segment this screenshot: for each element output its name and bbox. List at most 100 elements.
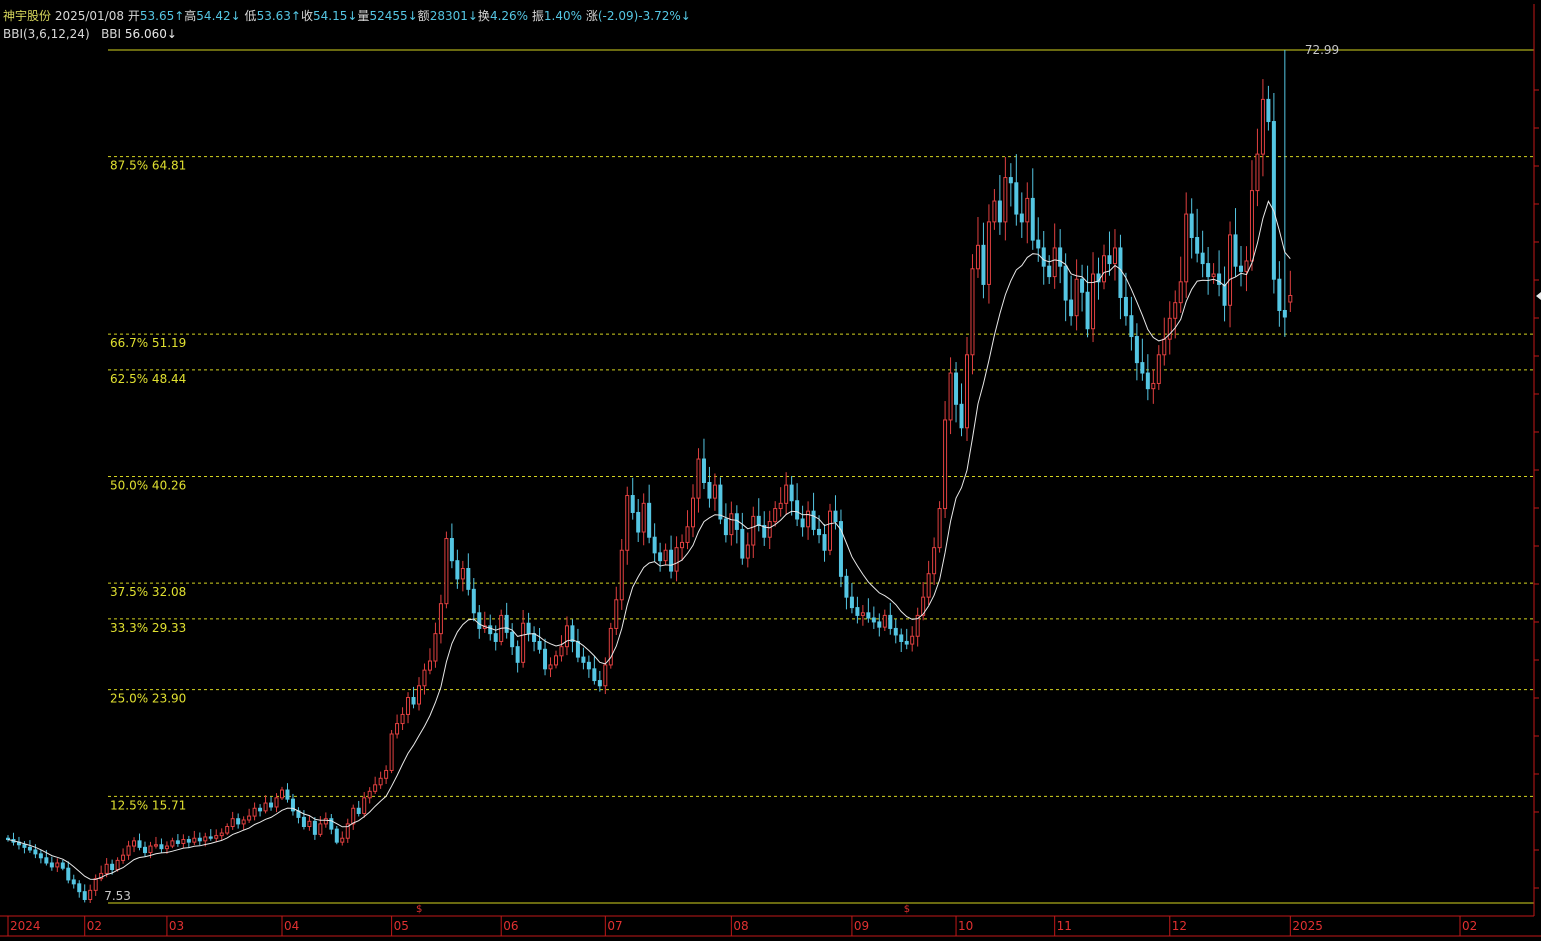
candle[interactable] xyxy=(581,647,586,670)
candle[interactable] xyxy=(1025,182,1030,244)
candle[interactable] xyxy=(1255,128,1260,207)
candle[interactable] xyxy=(592,656,597,685)
candle[interactable] xyxy=(943,401,948,518)
candle[interactable] xyxy=(756,498,761,532)
candle[interactable] xyxy=(258,804,263,817)
candle[interactable] xyxy=(1030,168,1035,250)
candle[interactable] xyxy=(992,189,997,230)
candle[interactable] xyxy=(674,536,679,582)
candle[interactable] xyxy=(669,535,674,579)
candle[interactable] xyxy=(537,627,542,654)
candle[interactable] xyxy=(855,596,860,624)
candle[interactable] xyxy=(959,383,964,437)
candle[interactable] xyxy=(214,829,219,843)
candle[interactable] xyxy=(197,832,202,846)
candle[interactable] xyxy=(965,337,969,441)
candle[interactable] xyxy=(1145,354,1150,401)
candle[interactable] xyxy=(471,578,476,622)
candle[interactable] xyxy=(389,729,394,774)
candle[interactable] xyxy=(6,835,10,842)
candle[interactable] xyxy=(170,837,175,849)
candle[interactable] xyxy=(515,640,520,673)
candle[interactable] xyxy=(882,609,887,631)
candle[interactable] xyxy=(1233,208,1238,278)
candle[interactable] xyxy=(1282,50,1287,337)
candle[interactable] xyxy=(241,816,246,830)
candle[interactable] xyxy=(1271,92,1276,294)
candle[interactable] xyxy=(762,511,767,546)
candle[interactable] xyxy=(493,625,498,651)
candle[interactable] xyxy=(143,841,147,857)
candle[interactable] xyxy=(312,817,317,840)
candle[interactable] xyxy=(460,560,465,592)
candle[interactable] xyxy=(975,216,980,278)
candle[interactable] xyxy=(417,677,421,711)
candle[interactable] xyxy=(345,818,350,843)
candle[interactable] xyxy=(1178,256,1183,313)
candle[interactable] xyxy=(427,648,432,675)
candle[interactable] xyxy=(280,786,284,800)
candle[interactable] xyxy=(1260,79,1265,177)
candle[interactable] xyxy=(444,531,449,609)
candle[interactable] xyxy=(438,594,443,644)
candle[interactable] xyxy=(658,542,663,572)
candle[interactable] xyxy=(16,836,21,850)
candle[interactable] xyxy=(1162,317,1167,366)
candle[interactable] xyxy=(1041,230,1046,285)
candle[interactable] xyxy=(159,838,164,853)
candle[interactable] xyxy=(795,483,800,527)
candle[interactable] xyxy=(767,510,772,550)
candle[interactable] xyxy=(904,628,909,650)
candle[interactable] xyxy=(784,472,789,515)
candle[interactable] xyxy=(548,657,553,678)
candle[interactable] xyxy=(367,787,372,804)
candle[interactable] xyxy=(707,466,712,508)
candle[interactable] xyxy=(269,796,274,811)
candle[interactable] xyxy=(1156,345,1161,390)
candle[interactable] xyxy=(680,534,685,561)
candle[interactable] xyxy=(82,884,87,903)
candle[interactable] xyxy=(614,586,619,635)
candle[interactable] xyxy=(554,650,558,669)
candle[interactable] xyxy=(849,583,854,614)
candle[interactable] xyxy=(1091,252,1096,343)
candle[interactable] xyxy=(55,858,60,873)
candle[interactable] xyxy=(910,626,915,652)
candle[interactable] xyxy=(99,865,104,882)
candle[interactable] xyxy=(247,808,252,823)
candle[interactable] xyxy=(263,795,268,814)
candle[interactable] xyxy=(219,828,224,841)
candle[interactable] xyxy=(619,538,624,610)
candle[interactable] xyxy=(893,619,898,644)
candle[interactable] xyxy=(1080,264,1085,312)
candle[interactable] xyxy=(1217,250,1222,297)
candle[interactable] xyxy=(723,503,728,543)
candle[interactable] xyxy=(1134,323,1139,381)
candle[interactable] xyxy=(373,776,378,794)
candle[interactable] xyxy=(778,487,783,517)
candle[interactable] xyxy=(1222,266,1227,322)
candle[interactable] xyxy=(564,616,569,656)
candle[interactable] xyxy=(1140,338,1145,381)
candle[interactable] xyxy=(406,692,411,724)
candle[interactable] xyxy=(477,605,482,639)
candle[interactable] xyxy=(822,524,827,562)
candle[interactable] xyxy=(329,813,334,835)
candle[interactable] xyxy=(449,523,454,569)
candle[interactable] xyxy=(915,607,920,647)
candle[interactable] xyxy=(597,670,602,692)
candle[interactable] xyxy=(192,830,197,846)
candle[interactable] xyxy=(60,859,65,871)
candle[interactable] xyxy=(1195,208,1200,263)
candle[interactable] xyxy=(954,362,959,423)
candle[interactable] xyxy=(685,510,690,550)
candle[interactable] xyxy=(510,623,515,655)
candle[interactable] xyxy=(800,505,805,537)
candle[interactable] xyxy=(482,611,487,633)
candle[interactable] xyxy=(1211,263,1216,284)
candle[interactable] xyxy=(586,655,591,678)
candle[interactable] xyxy=(504,602,509,639)
candle[interactable] xyxy=(718,477,723,525)
candle[interactable] xyxy=(285,783,290,803)
candle[interactable] xyxy=(866,598,871,623)
